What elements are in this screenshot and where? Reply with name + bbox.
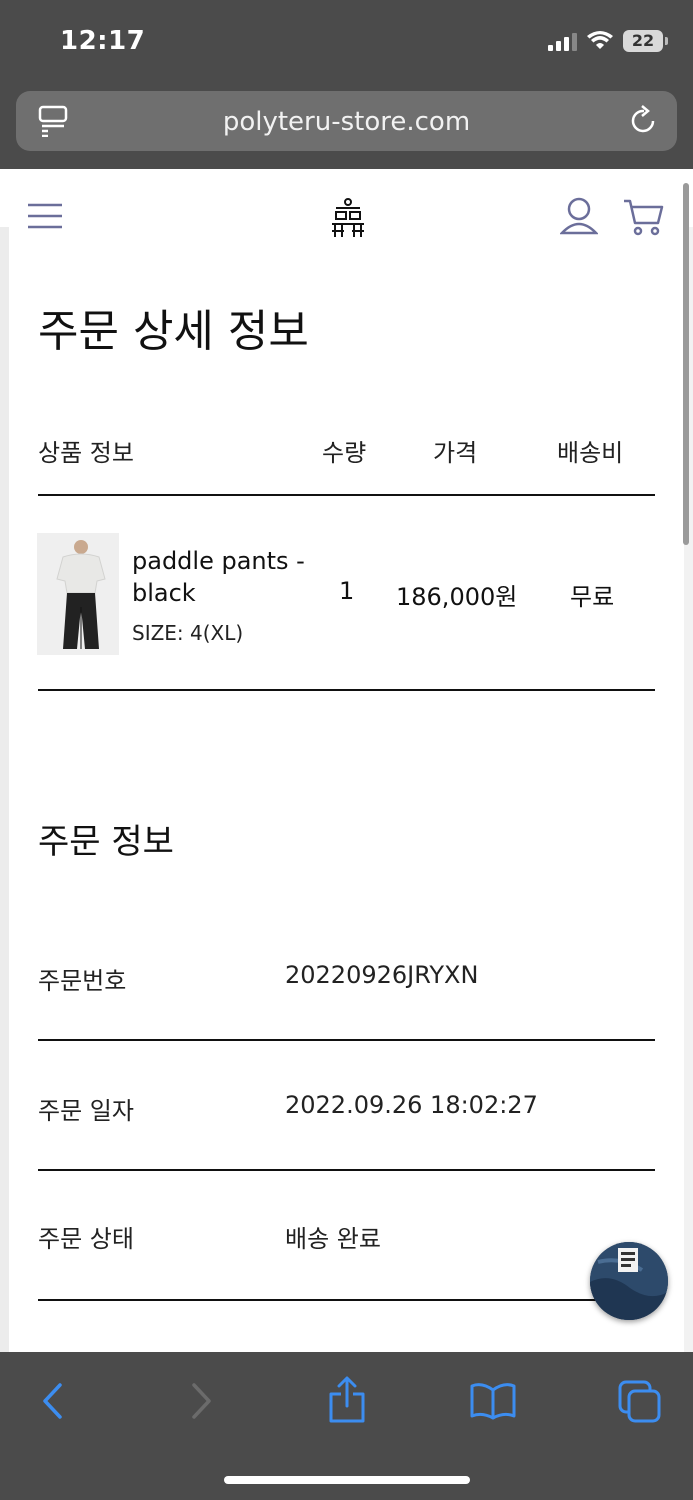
left-gutter — [0, 227, 9, 1352]
tabs-icon[interactable] — [618, 1380, 662, 1424]
menu-icon[interactable] — [28, 203, 64, 229]
status-bar: 12:17 22 — [0, 0, 693, 88]
wifi-icon — [587, 31, 613, 49]
header-product-info: 상품 정보 — [38, 439, 134, 467]
header-quantity: 수량 — [322, 439, 367, 467]
reload-icon[interactable] — [629, 105, 659, 137]
page-scrollbar[interactable] — [683, 183, 689, 545]
product-quantity: 1 — [339, 577, 355, 605]
web-page: 주문 상세 정보 상품 정보 수량 가격 배송비 paddle pants - … — [0, 169, 693, 1352]
browser-address-area: polyteru-store.com — [0, 88, 693, 169]
forward-icon[interactable] — [190, 1382, 214, 1420]
order-info-title: 주문 정보 — [38, 822, 174, 862]
order-date-value: 2022.09.26 18:02:27 — [285, 1091, 538, 1119]
order-number-label: 주문번호 — [38, 967, 127, 995]
bookmarks-icon[interactable] — [470, 1382, 516, 1420]
order-row-divider — [38, 1169, 655, 1171]
product-size: SIZE: 4(XL) — [132, 621, 244, 645]
order-row-divider — [38, 1299, 655, 1301]
product-shipping: 무료 — [570, 583, 615, 611]
product-name[interactable]: paddle pants - black — [132, 545, 332, 609]
status-time: 12:17 — [60, 26, 146, 56]
cellular-signal-icon — [548, 31, 577, 51]
header-shipping: 배송비 — [557, 439, 624, 467]
user-icon[interactable] — [560, 197, 598, 235]
product-thumbnail[interactable] — [37, 533, 119, 655]
back-icon[interactable] — [40, 1382, 64, 1420]
table-row-divider — [38, 689, 655, 691]
order-status-label: 주문 상태 — [38, 1225, 134, 1253]
header-price: 가격 — [433, 439, 478, 467]
share-icon[interactable] — [328, 1376, 366, 1424]
address-bar[interactable]: polyteru-store.com — [16, 91, 677, 151]
status-icons: 22 — [548, 30, 668, 52]
url-text[interactable]: polyteru-store.com — [16, 107, 677, 137]
home-indicator[interactable] — [224, 1476, 470, 1484]
order-row-divider — [38, 1039, 655, 1041]
order-date-label: 주문 일자 — [38, 1097, 134, 1125]
page-title: 주문 상세 정보 — [38, 306, 309, 357]
order-number-value: 20220926JRYXN — [285, 961, 479, 989]
order-status-value: 배송 완료 — [285, 1225, 381, 1253]
floating-chat-button[interactable] — [590, 1242, 668, 1320]
logo-icon[interactable] — [330, 197, 366, 239]
cart-icon[interactable] — [622, 197, 666, 237]
product-price: 186,000원 — [396, 583, 518, 611]
table-header-divider — [38, 494, 655, 496]
battery-icon: 22 — [623, 30, 668, 52]
